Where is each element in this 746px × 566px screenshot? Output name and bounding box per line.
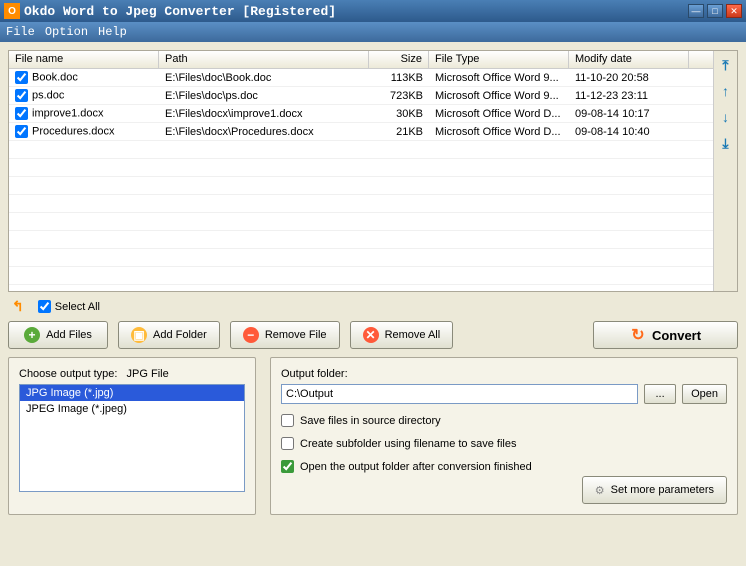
table-row[interactable]: Procedures.docxE:\Files\docx\Procedures.… [9, 123, 713, 141]
menu-help[interactable]: Help [98, 25, 127, 39]
list-item[interactable]: JPG Image (*.jpg) [20, 385, 244, 401]
file-list-panel: File name Path Size File Type Modify dat… [8, 50, 738, 292]
add-files-button[interactable]: + Add Files [8, 321, 108, 349]
move-top-button[interactable]: ⤒ [718, 57, 734, 73]
convert-button[interactable]: ↻ Convert [593, 321, 738, 349]
up-folder-icon[interactable]: ↰ [12, 298, 24, 315]
menu-file[interactable]: File [6, 25, 35, 39]
minus-icon: − [243, 327, 259, 343]
table-row[interactable]: ps.docE:\Files\doc\ps.doc723KBMicrosoft … [9, 87, 713, 105]
remove-all-button[interactable]: ✕ Remove All [350, 321, 454, 349]
move-down-button[interactable]: ↓ [718, 109, 734, 125]
menubar: File Option Help [0, 22, 746, 42]
col-header-type[interactable]: File Type [429, 51, 569, 68]
row-checkbox[interactable] [15, 89, 28, 102]
more-parameters-label: Set more parameters [611, 484, 714, 496]
output-type-label: Choose output type: [19, 368, 117, 380]
output-type-panel: Choose output type: JPG File JPG Image (… [8, 357, 256, 515]
output-type-current: JPG File [127, 368, 169, 380]
open-folder-button[interactable]: Open [682, 384, 727, 404]
convert-label: Convert [652, 328, 701, 343]
folder-icon: ▣ [131, 327, 147, 343]
list-item[interactable]: JPEG Image (*.jpeg) [20, 401, 244, 417]
remove-file-button[interactable]: −Remove File [230, 321, 340, 349]
col-header-path[interactable]: Path [159, 51, 369, 68]
x-icon: ✕ [363, 327, 379, 343]
col-header-date[interactable]: Modify date [569, 51, 689, 68]
output-folder-input[interactable] [281, 384, 638, 404]
row-checkbox[interactable] [15, 71, 28, 84]
gear-icon: ⚙ [595, 484, 605, 497]
save-in-source-checkbox[interactable] [281, 414, 294, 427]
open-after-checkbox[interactable] [281, 460, 294, 473]
menu-option[interactable]: Option [45, 25, 88, 39]
add-folder-button[interactable]: ▣ Add Folder [118, 321, 220, 349]
col-header-size[interactable]: Size [369, 51, 429, 68]
close-button[interactable]: ✕ [726, 4, 742, 18]
select-all-label[interactable]: Select All [55, 301, 100, 313]
minimize-button[interactable]: — [688, 4, 704, 18]
add-folder-label: Add Folder [153, 329, 207, 341]
convert-icon: ↻ [630, 327, 646, 343]
maximize-button[interactable]: □ [707, 4, 723, 18]
output-folder-label: Output folder: [281, 368, 727, 380]
row-checkbox[interactable] [15, 107, 28, 120]
table-row[interactable]: improve1.docxE:\Files\docx\improve1.docx… [9, 105, 713, 123]
save-in-source-label[interactable]: Save files in source directory [300, 415, 441, 427]
table-row[interactable]: Book.docE:\Files\doc\Book.doc113KBMicros… [9, 69, 713, 87]
remove-file-label: Remove File [265, 329, 327, 341]
output-folder-panel: Output folder: ... Open Save files in so… [270, 357, 738, 515]
move-bottom-button[interactable]: ⤓ [718, 135, 734, 151]
create-subfolder-label[interactable]: Create subfolder using filename to save … [300, 438, 516, 450]
col-header-name[interactable]: File name [9, 51, 159, 68]
browse-button[interactable]: ... [644, 384, 676, 404]
row-checkbox[interactable] [15, 125, 28, 138]
more-parameters-button[interactable]: ⚙ Set more parameters [582, 476, 727, 504]
open-after-label[interactable]: Open the output folder after conversion … [300, 461, 532, 473]
app-icon: O [4, 3, 20, 19]
titlebar: O Okdo Word to Jpeg Converter [Registere… [0, 0, 746, 22]
grid-header: File name Path Size File Type Modify dat… [9, 51, 713, 69]
output-type-listbox[interactable]: JPG Image (*.jpg)JPEG Image (*.jpeg) [19, 384, 245, 492]
remove-all-label: Remove All [385, 329, 441, 341]
move-up-button[interactable]: ↑ [718, 83, 734, 99]
create-subfolder-checkbox[interactable] [281, 437, 294, 450]
reorder-panel: ⤒ ↑ ↓ ⤓ [713, 51, 737, 291]
select-all-checkbox[interactable] [38, 300, 51, 313]
plus-icon: + [24, 327, 40, 343]
add-files-label: Add Files [46, 329, 92, 341]
window-title: Okdo Word to Jpeg Converter [Registered] [24, 4, 688, 19]
